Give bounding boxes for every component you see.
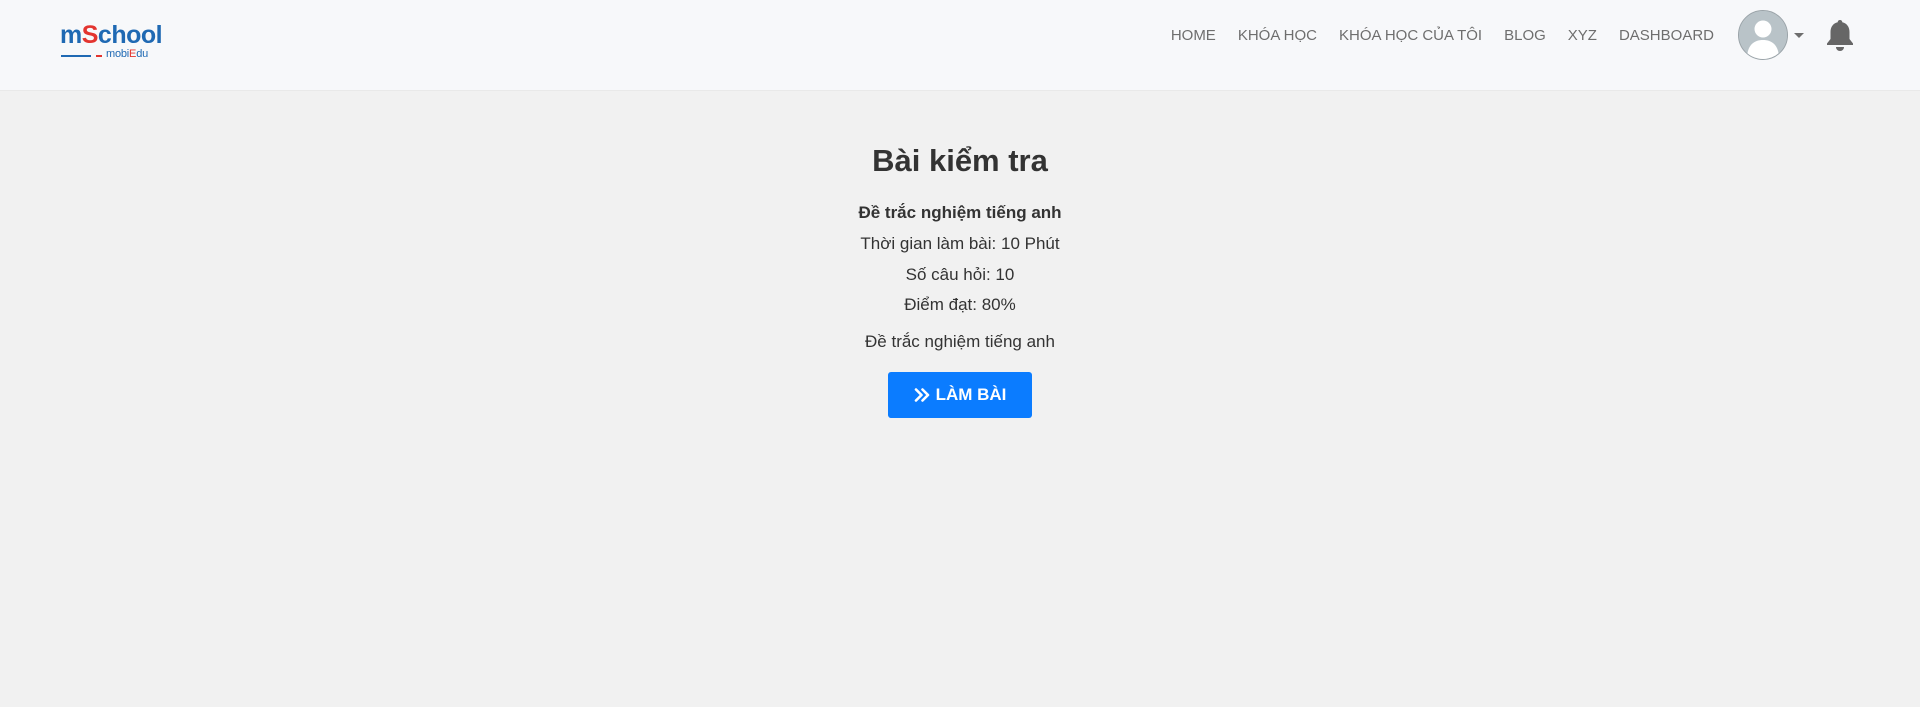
nav-item-home[interactable]: HOME [1171,27,1216,44]
nav-item-courses[interactable]: KHÓA HỌC [1238,27,1317,44]
exam-question-count: Số câu hỏi: 10 [905,264,1015,284]
nav-item-blog[interactable]: BLOG [1504,27,1546,44]
mschool-logo[interactable]: mSchool mobiEdu [60,22,172,62]
exam-duration: Thời gian làm bài: 10 Phút [860,234,1060,253]
logo-subtitle: mobiEdu [106,48,149,60]
exam-pass-score: Điểm đạt: 80% [904,295,1016,314]
logo-underline-accent [96,55,102,57]
nav-item-my-courses[interactable]: KHÓA HỌC CỦA TÔI [1339,27,1482,44]
logo-wordmark: mSchool [60,21,163,49]
top-navbar: mSchool mobiEdu HOME KHÓA HỌC KHÓA HỌC C… [0,0,1920,90]
user-menu-toggle[interactable] [1738,10,1804,60]
main-nav: HOME KHÓA HỌC KHÓA HỌC CỦA TÔI BLOG XYZ … [1171,0,1920,70]
exam-name: Đề trắc nghiệm tiếng anh [858,203,1062,222]
start-exam-label: LÀM BÀI [935,384,1007,404]
chevron-down-icon [1794,32,1804,38]
page-title: Bài kiểm tra [872,143,1048,178]
double-chevron-right-icon [914,387,929,402]
user-avatar-icon [1738,10,1788,60]
logo-underline [61,55,91,57]
bell-icon[interactable] [1824,18,1856,52]
exam-intro: Bài kiểm tra Đề trắc nghiệm tiếng anh Th… [0,90,1920,418]
exam-description: Đề trắc nghiệm tiếng anh [865,331,1055,351]
nav-item-dashboard[interactable]: DASHBOARD [1619,27,1714,44]
start-exam-button[interactable]: LÀM BÀI [888,371,1032,418]
nav-item-xyz[interactable]: XYZ [1568,27,1597,44]
